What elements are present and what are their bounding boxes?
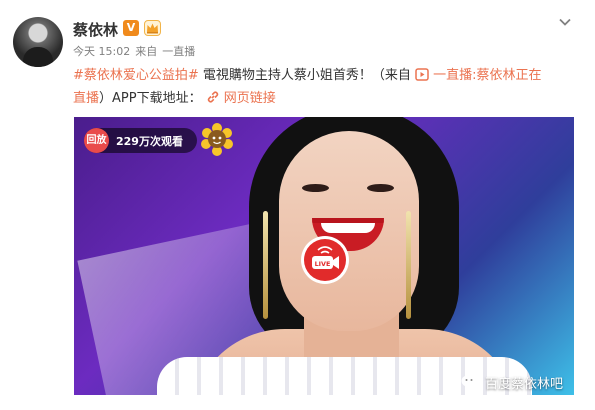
sunflower-icon [201, 123, 233, 156]
wechat-icon [461, 375, 481, 390]
video-subject-teeth [321, 223, 375, 233]
live-label: LIVE [315, 260, 331, 268]
source-name[interactable]: 一直播 [162, 45, 195, 58]
live-camera-icon[interactable]: LIVE [301, 236, 349, 284]
replay-badge[interactable]: 回放 [84, 128, 109, 153]
web-link[interactable]: 网页链接 [224, 91, 276, 106]
video-player[interactable]: 回放 229万次观看 LIVE [74, 117, 574, 395]
video-subject-eye-right [367, 184, 394, 192]
earring-right [406, 211, 411, 319]
crown-icon [144, 20, 161, 36]
post-meta: 今天 15:02 来自 一直播 [73, 43, 200, 59]
replay-view-count[interactable]: 回放 229万次观看 [84, 128, 197, 153]
view-count: 229万次观看 [116, 134, 183, 148]
video-subject-eye-left [302, 184, 329, 192]
earring-left [263, 211, 268, 319]
watermark-text: 百度蔡依林吧 [485, 377, 564, 392]
avatar[interactable] [13, 17, 63, 67]
post-content: #蔡依林爱心公益拍# 電視購物主持人蔡小姐首秀！（来自 一直播:蔡依林正在 直播… [73, 64, 578, 110]
post-text-tail: ）APP下载地址： [99, 91, 202, 106]
live-link[interactable]: 一直播:蔡依林正在 [433, 68, 541, 83]
verified-badge: V [123, 20, 139, 36]
source-prefix: 来自 [135, 45, 158, 58]
post-time[interactable]: 今天 15:02 [73, 45, 130, 58]
username[interactable]: 蔡依林 [73, 19, 118, 40]
link-icon [207, 91, 218, 103]
watermark: 百度蔡依林吧 [461, 373, 563, 392]
live-link-continued[interactable]: 直播 [73, 91, 99, 106]
video-play-icon [415, 68, 429, 81]
chevron-down-icon[interactable] [558, 15, 572, 29]
hashtag-link[interactable]: #蔡依林爱心公益拍# [73, 68, 199, 83]
post-text: 電視購物主持人蔡小姐首秀！（来自 [198, 68, 411, 83]
